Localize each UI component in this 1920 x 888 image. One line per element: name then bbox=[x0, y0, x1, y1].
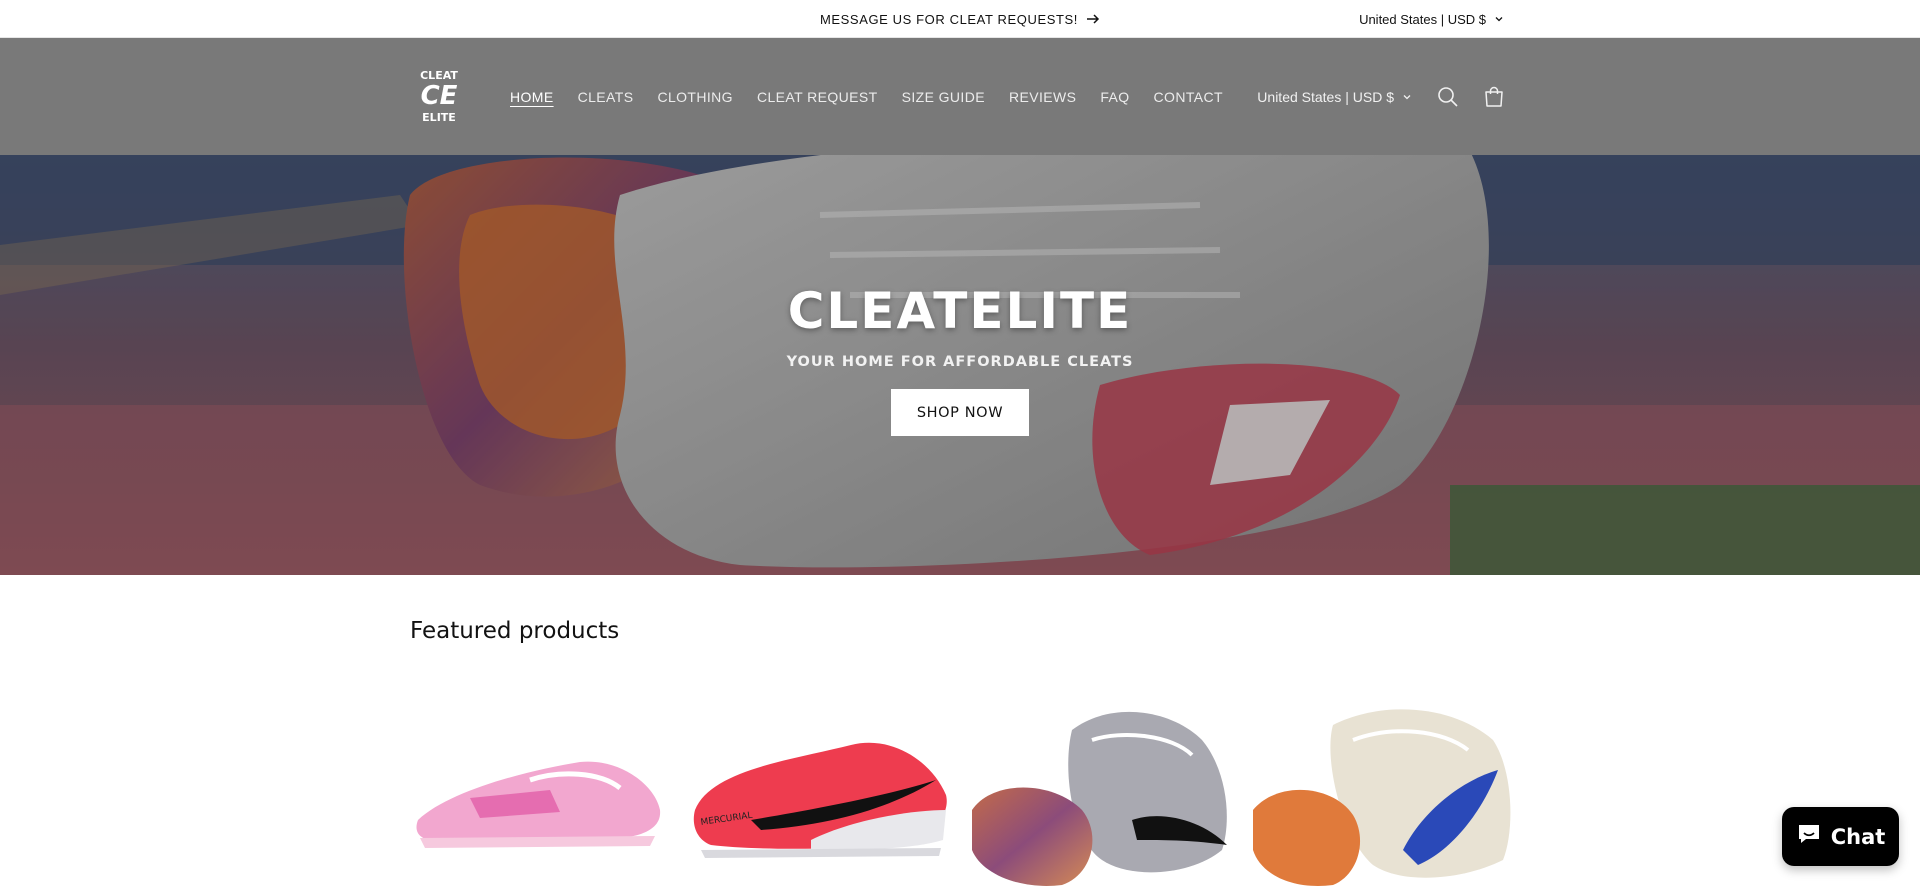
hero-content: CLEATELITE YOUR HOME FOR AFFORDABLE CLEA… bbox=[0, 155, 1920, 575]
nav-size-guide[interactable]: SIZE GUIDE bbox=[902, 89, 985, 105]
chat-label: Chat bbox=[1830, 824, 1886, 849]
header-actions: United States | USD $ bbox=[1257, 38, 1508, 155]
hero-title: CLEATELITE bbox=[787, 282, 1133, 340]
featured-products-title: Featured products bbox=[410, 618, 620, 644]
nav-home[interactable]: HOME bbox=[510, 89, 554, 105]
product-image bbox=[1253, 700, 1515, 888]
announcement-message[interactable]: MESSAGE US FOR CLEAT REQUESTS! bbox=[0, 0, 1920, 38]
product-image bbox=[410, 700, 672, 888]
chat-button[interactable]: Chat bbox=[1782, 807, 1899, 866]
chevron-down-icon bbox=[1494, 12, 1504, 27]
site-logo[interactable]: CLEAT CE ELITE bbox=[414, 68, 464, 124]
site-header: CLEAT CE ELITE HOME CLEATS CLOTHING CLEA… bbox=[0, 38, 1920, 155]
country-selector-top[interactable]: United States | USD $ bbox=[1359, 0, 1504, 38]
product-image bbox=[972, 700, 1234, 888]
product-image: MERCURIAL bbox=[691, 700, 953, 888]
product-card[interactable]: MERCURIAL bbox=[691, 700, 953, 888]
country-selector[interactable]: United States | USD $ bbox=[1257, 89, 1412, 105]
logo-text-bottom: ELITE bbox=[422, 111, 456, 124]
chevron-down-icon bbox=[1402, 89, 1412, 105]
country-selector-label: United States | USD $ bbox=[1257, 88, 1394, 105]
nav-reviews[interactable]: REVIEWS bbox=[1009, 89, 1076, 105]
search-icon[interactable] bbox=[1434, 83, 1462, 111]
country-label: United States | USD $ bbox=[1359, 11, 1486, 27]
shop-now-button[interactable]: SHOP NOW bbox=[891, 389, 1029, 436]
nav-clothing[interactable]: CLOTHING bbox=[657, 89, 733, 105]
announcement-bar: MESSAGE US FOR CLEAT REQUESTS! United St… bbox=[0, 0, 1920, 38]
product-grid: MERCURIAL bbox=[410, 700, 1515, 888]
chat-bubble-icon bbox=[1796, 822, 1822, 851]
arrow-right-icon bbox=[1086, 12, 1100, 26]
product-card[interactable] bbox=[972, 700, 1234, 888]
hero-subtitle: YOUR HOME FOR AFFORDABLE CLEATS bbox=[786, 354, 1134, 370]
cart-icon[interactable] bbox=[1480, 83, 1508, 111]
hero-banner: CLEATELITE YOUR HOME FOR AFFORDABLE CLEA… bbox=[0, 155, 1920, 575]
main-nav: HOME CLEATS CLOTHING CLEAT REQUEST SIZE … bbox=[510, 38, 1223, 155]
nav-contact[interactable]: CONTACT bbox=[1154, 89, 1223, 105]
product-card[interactable] bbox=[410, 700, 672, 888]
nav-faq[interactable]: FAQ bbox=[1100, 89, 1129, 105]
product-card[interactable] bbox=[1253, 700, 1515, 888]
logo-text-mark: CE bbox=[421, 81, 458, 111]
nav-cleats[interactable]: CLEATS bbox=[578, 89, 634, 105]
announcement-text[interactable]: MESSAGE US FOR CLEAT REQUESTS! bbox=[820, 12, 1078, 27]
nav-cleat-request[interactable]: CLEAT REQUEST bbox=[757, 89, 878, 105]
